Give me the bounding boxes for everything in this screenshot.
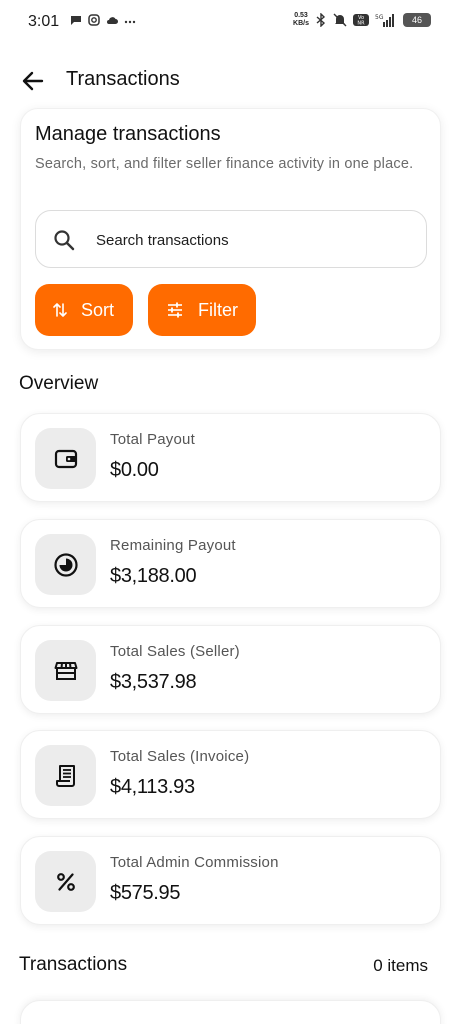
stat-icon-box xyxy=(35,534,96,595)
notification-icons xyxy=(70,14,136,26)
cloud-icon xyxy=(107,17,118,24)
stat-value: $4,113.93 xyxy=(110,776,195,798)
filter-button[interactable]: Filter xyxy=(148,284,256,336)
stat-card-remaining-payout: Remaining Payout $3,188.00 xyxy=(20,519,441,608)
battery-indicator: 46 xyxy=(403,13,431,27)
stat-label: Total Payout xyxy=(110,431,195,448)
stat-icon-box xyxy=(35,428,96,489)
page-title: Transactions xyxy=(66,68,180,90)
filter-sliders-icon xyxy=(168,302,182,318)
storefront-icon xyxy=(54,661,77,680)
search-icon xyxy=(54,230,75,251)
mute-icon xyxy=(333,13,347,27)
system-status: 0.53 KB/s Vo NR 5G 46 xyxy=(293,12,431,28)
sort-button[interactable]: Sort xyxy=(35,284,133,336)
receipt-icon xyxy=(55,764,75,787)
stat-value: $575.95 xyxy=(110,882,181,904)
signal-5g-icon: 5G xyxy=(375,14,394,27)
search-input[interactable] xyxy=(96,229,396,251)
manage-subtitle: Search, sort, and filter seller finance … xyxy=(35,156,414,172)
transactions-list-card xyxy=(20,1000,441,1024)
wallet-icon xyxy=(54,449,77,468)
pie-progress-icon xyxy=(53,552,78,577)
stat-icon-box xyxy=(35,851,96,912)
stat-icon-box xyxy=(35,640,96,701)
stat-card-total-payout: Total Payout $0.00 xyxy=(20,413,441,502)
percent-icon xyxy=(56,872,75,891)
stat-label: Total Sales (Seller) xyxy=(110,643,240,660)
status-bar: 3:01 0.53 KB/s Vo NR 5G 46 xyxy=(0,0,461,44)
stat-value: $0.00 xyxy=(110,459,159,481)
app-bar: Transactions xyxy=(0,56,461,104)
svg-text:5G: 5G xyxy=(375,14,384,21)
sort-label: Sort xyxy=(81,299,115,320)
stat-label: Remaining Payout xyxy=(110,537,236,554)
more-dots-icon xyxy=(124,20,136,24)
net-speed-value: 0.53 xyxy=(294,12,308,19)
net-speed-unit: KB/s xyxy=(293,20,309,27)
svg-text:NR: NR xyxy=(357,21,365,27)
instagram-icon xyxy=(88,14,100,26)
stat-card-total-admin-commission: Total Admin Commission $575.95 xyxy=(20,836,441,925)
stat-value: $3,537.98 xyxy=(110,671,197,693)
net-speed: 0.53 KB/s xyxy=(293,12,309,28)
manage-transactions-card: Manage transactions Search, sort, and fi… xyxy=(20,108,441,350)
search-box[interactable] xyxy=(35,210,427,268)
bluetooth-icon xyxy=(316,13,326,27)
volte-icon: VoNR xyxy=(353,14,369,27)
stat-card-total-sales-invoice: Total Sales (Invoice) $4,113.93 xyxy=(20,730,441,819)
transactions-heading: Transactions xyxy=(19,954,128,975)
manage-title: Manage transactions xyxy=(35,123,221,145)
stat-card-total-sales-seller: Total Sales (Seller) $3,537.98 xyxy=(20,625,441,714)
stat-label: Total Admin Commission xyxy=(110,854,279,871)
chat-icon xyxy=(71,16,81,25)
overview-heading: Overview xyxy=(19,373,99,394)
back-arrow-icon[interactable] xyxy=(20,68,46,94)
stat-label: Total Sales (Invoice) xyxy=(110,748,250,765)
sort-arrows-icon xyxy=(53,303,67,317)
filter-label: Filter xyxy=(198,299,238,320)
stat-value: $3,188.00 xyxy=(110,565,197,587)
transactions-count: 0 items xyxy=(373,956,428,975)
status-time: 3:01 xyxy=(28,13,60,30)
stat-icon-box xyxy=(35,745,96,806)
